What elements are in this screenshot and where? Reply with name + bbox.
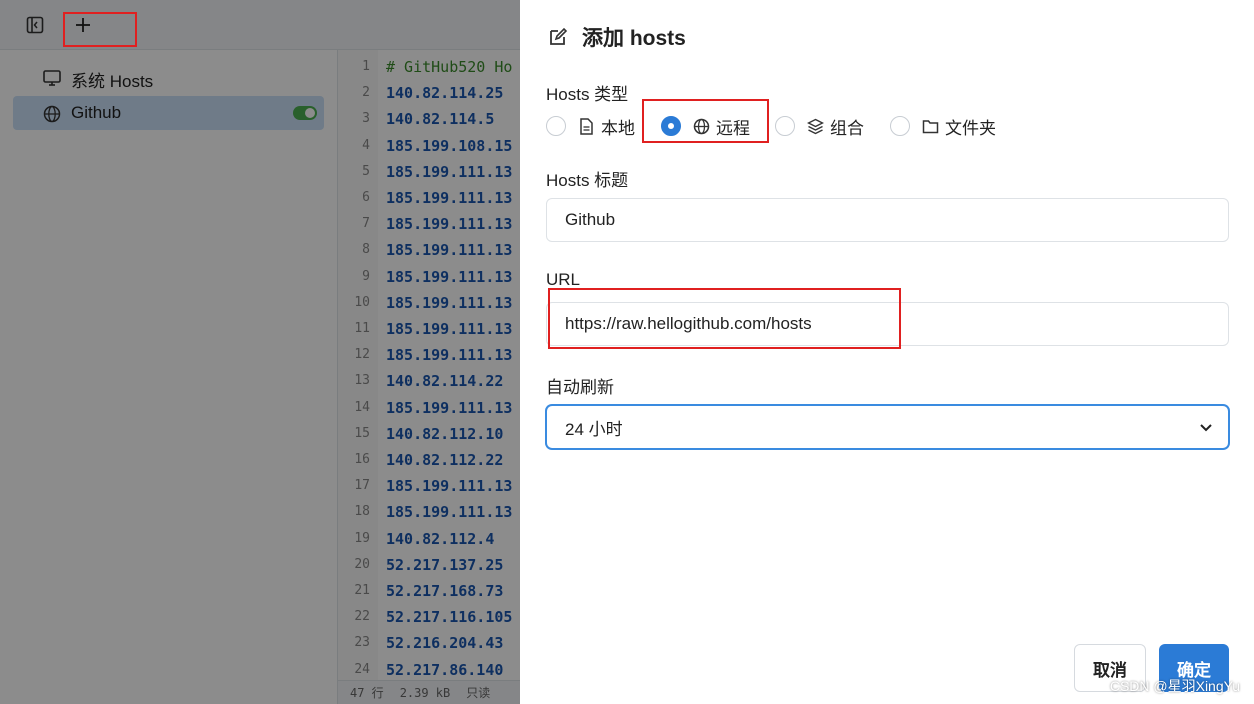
- auto-refresh-select[interactable]: 24 小时: [546, 405, 1229, 449]
- hosts-title-input[interactable]: Github: [546, 198, 1229, 242]
- radio-label: 本地: [601, 118, 635, 138]
- globe-icon: [693, 118, 710, 134]
- folder-icon: [922, 119, 939, 133]
- auto-refresh-value: 24 小时: [565, 419, 623, 439]
- drawer-title-text: 添加 hosts: [582, 27, 686, 50]
- hosts-type-label: Hosts 类型: [546, 85, 629, 104]
- modal-overlay[interactable]: [0, 0, 520, 704]
- hosts-title-value: Github: [565, 210, 616, 229]
- type-radio-folder[interactable]: 文件夹: [890, 113, 996, 139]
- auto-refresh-label: 自动刷新: [546, 378, 614, 397]
- chevron-down-icon: [1200, 424, 1212, 432]
- radio-label: 远程: [716, 118, 750, 138]
- radio-label: 文件夹: [945, 118, 996, 138]
- drawer-title: 添加 hosts: [548, 22, 686, 52]
- layers-icon: [807, 118, 824, 134]
- radio-dot[interactable]: [661, 116, 681, 136]
- file-icon: [580, 117, 593, 135]
- hosts-type-radio-group: 本地 远程 组合 文件夹: [546, 113, 1026, 139]
- url-value: https://raw.hellogithub.com/hosts: [565, 314, 812, 333]
- url-input[interactable]: https://raw.hellogithub.com/hosts: [546, 302, 1229, 346]
- radio-label: 组合: [830, 118, 864, 138]
- edit-icon: [550, 27, 568, 45]
- type-radio-remote[interactable]: 远程: [661, 113, 750, 139]
- hosts-title-label: Hosts 标题: [546, 171, 629, 190]
- url-label: URL: [546, 270, 581, 289]
- type-radio-group[interactable]: 组合: [775, 113, 864, 139]
- add-hosts-drawer: 添加 hosts Hosts 类型 本地 远程 组合 文件夹 Hosts 标题 …: [520, 0, 1254, 704]
- radio-dot[interactable]: [890, 116, 910, 136]
- watermark: CSDN @星羽XingYu: [1109, 678, 1240, 694]
- type-radio-local[interactable]: 本地: [546, 113, 635, 139]
- radio-dot[interactable]: [775, 116, 795, 136]
- radio-dot[interactable]: [546, 116, 566, 136]
